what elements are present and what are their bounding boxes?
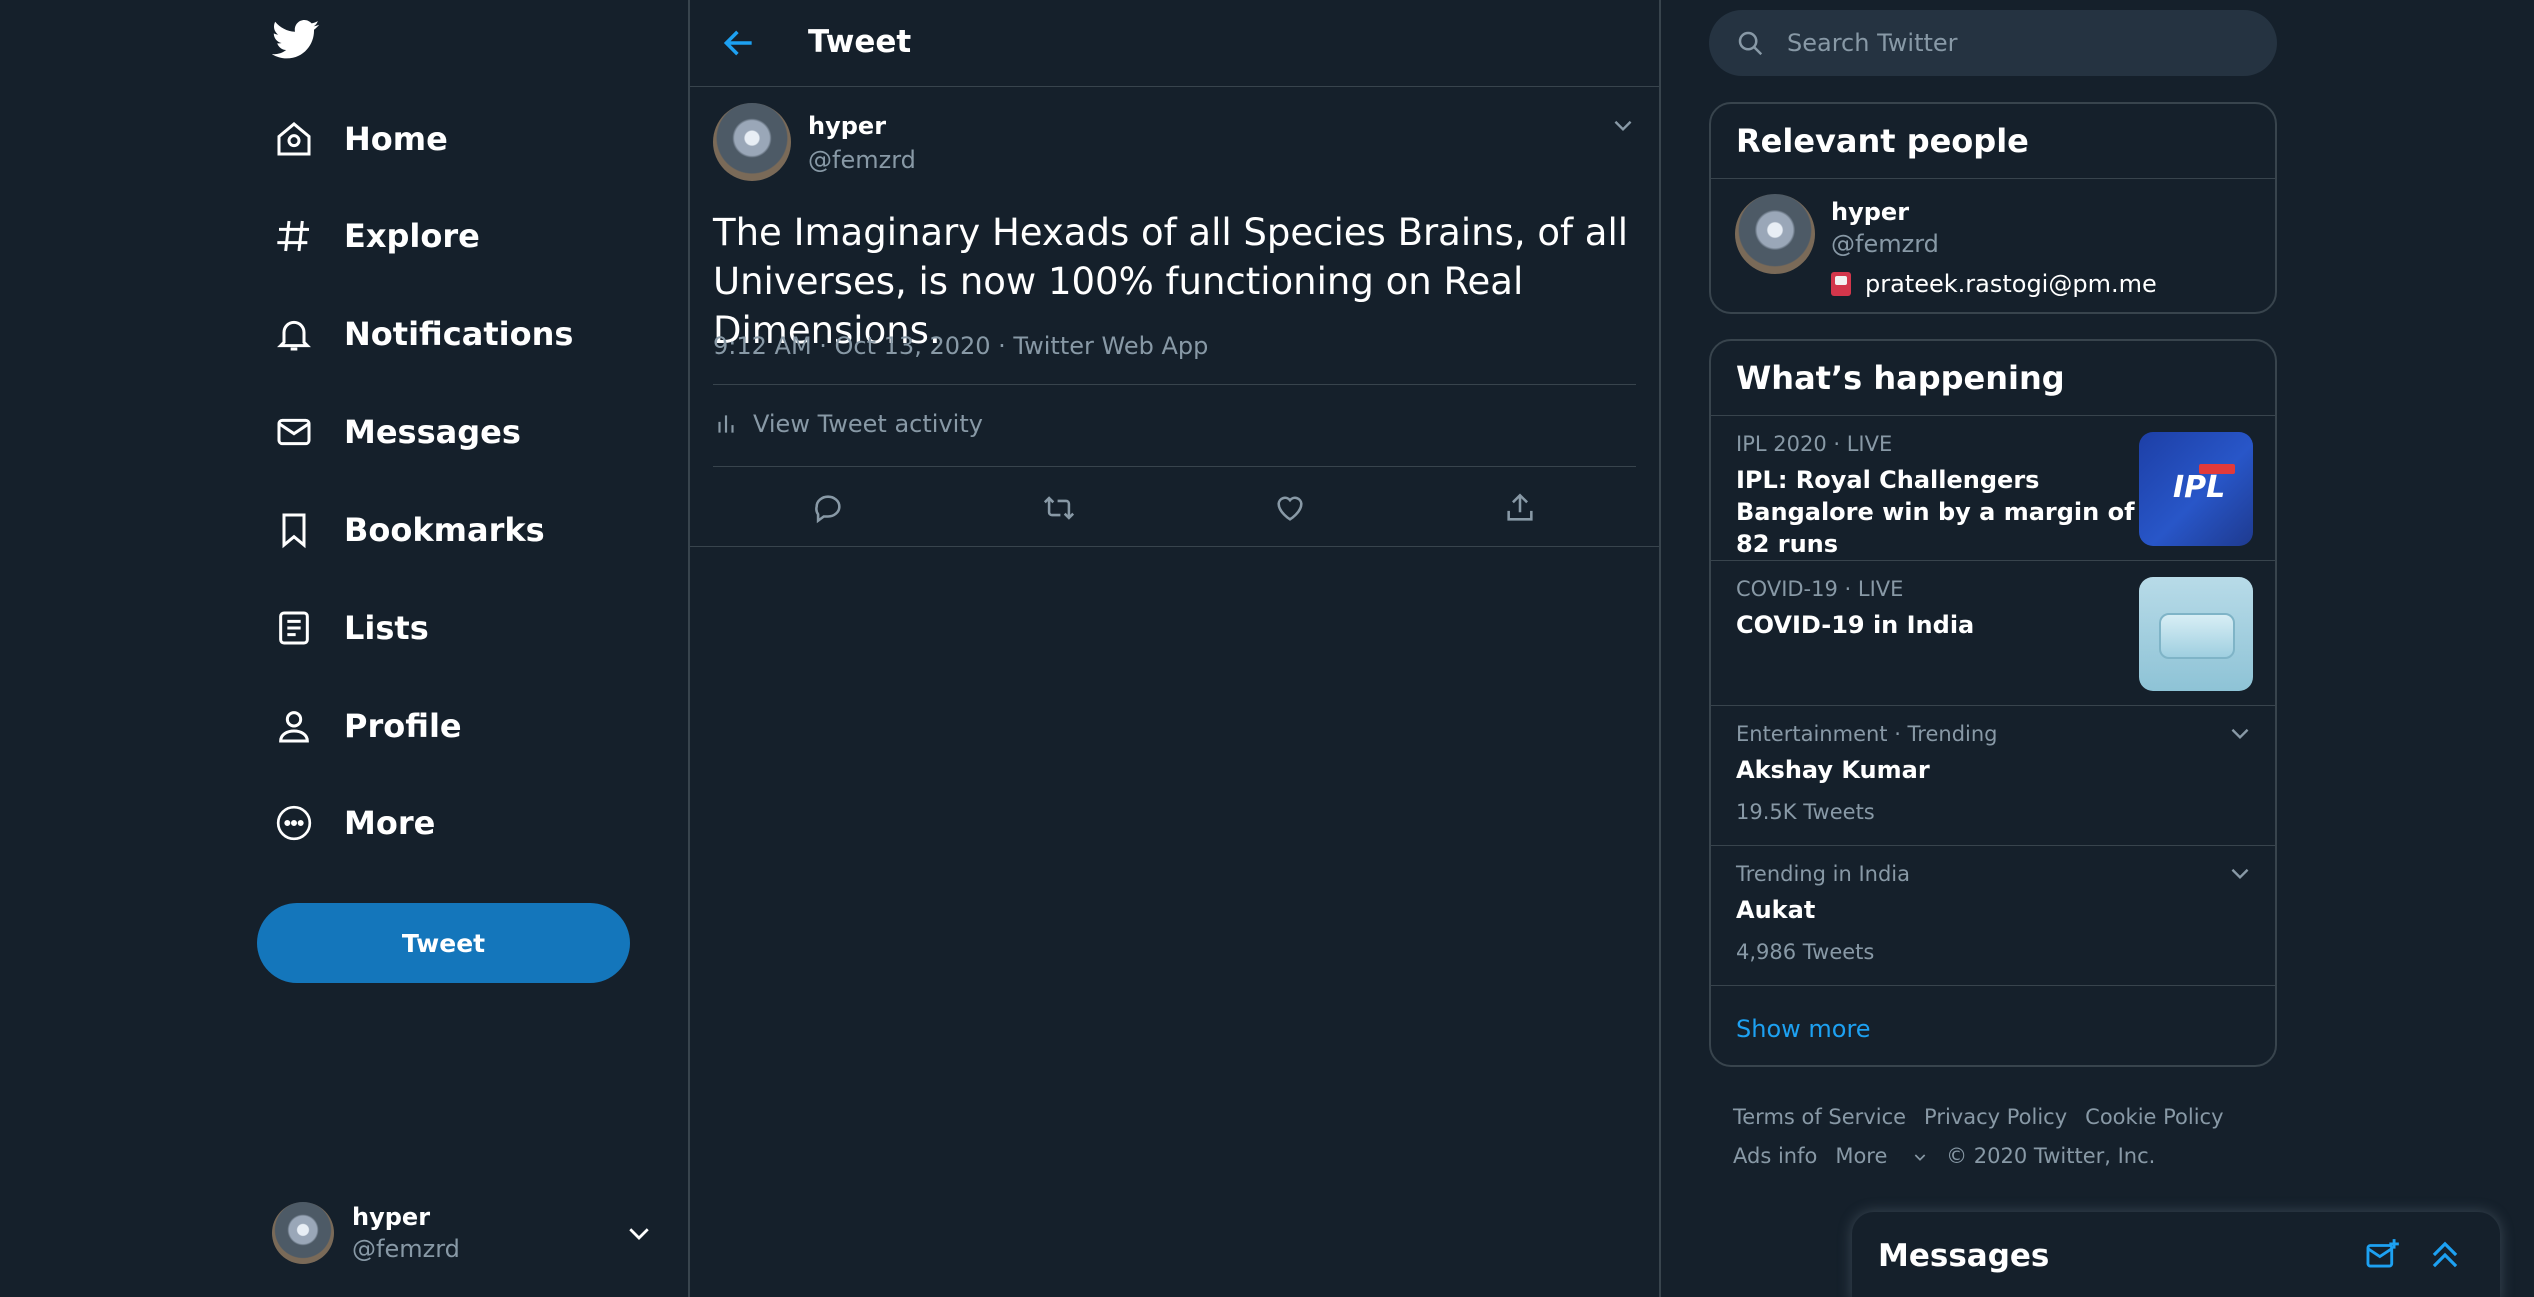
trend-item[interactable]: Trending in India Aukat 4,986 Tweets [1711,846,2275,986]
account-handle: @femzrd [352,1235,460,1263]
nav-bookmarks-label: Bookmarks [344,511,545,549]
chevron-down-icon [1914,1154,1926,1161]
chevron-down-icon[interactable] [2227,860,2253,886]
tweet-author-handle[interactable]: @femzrd [808,146,916,174]
chevron-down-icon[interactable] [624,1218,654,1248]
messages-drawer[interactable]: Messages [1852,1212,2500,1297]
like-heart-icon[interactable] [1270,488,1310,528]
trend-meta: COVID-19 · LIVE [1736,577,1904,601]
nav-profile-label: Profile [344,707,462,745]
divider [1711,178,2275,179]
divider [713,466,1636,467]
privacy-link[interactable]: Privacy Policy [1924,1105,2067,1129]
ipl-logo-text: IPL [2173,470,2226,505]
divider [690,546,1659,547]
nav-more-label: More [344,804,436,842]
search-input[interactable] [1787,29,2227,57]
tweet-timestamp[interactable]: 9:12 AM · Oct 13, 2020 · Twitter Web App [713,332,1208,360]
new-message-icon[interactable] [2364,1236,2402,1274]
page-title: Tweet [808,24,912,60]
relevant-people-panel: Relevant people hyper @femzrd prateek.ra… [1709,102,2277,314]
trend-meta: Entertainment · Trending [1736,722,1998,746]
share-icon[interactable] [1500,488,1540,528]
relevant-people-title: Relevant people [1736,122,2029,160]
view-tweet-activity-link[interactable]: View Tweet activity [713,410,983,438]
nav-explore-label: Explore [344,217,480,255]
copyright-text: © 2020 Twitter, Inc. [1946,1144,2156,1168]
list-icon [270,604,318,652]
cookie-link[interactable]: Cookie Policy [2085,1105,2223,1129]
trend-thumbnail [2139,577,2253,691]
column-divider [688,0,690,1297]
footer-more-label: More [1835,1144,1888,1168]
avatar[interactable] [1735,194,1815,274]
person-name[interactable]: hyper [1831,198,1909,226]
show-more-link[interactable]: Show more [1736,1015,1871,1043]
envelope-icon [270,408,318,456]
trend-item[interactable]: IPL 2020 · LIVE IPL: Royal Challengers B… [1711,416,2275,561]
divider [1711,985,2275,986]
ads-info-link[interactable]: Ads info [1733,1144,1817,1168]
avatar [272,1202,334,1264]
nav-profile[interactable]: Profile [270,691,462,761]
trend-count: 4,986 Tweets [1736,940,1875,964]
person-bio: prateek.rastogi@pm.me [1831,270,2157,298]
home-icon [270,115,318,163]
nav-more[interactable]: More [270,788,435,858]
person-handle[interactable]: @femzrd [1831,230,1939,258]
nav-messages[interactable]: Messages [270,397,521,467]
chevron-down-icon[interactable] [1610,112,1636,138]
back-arrow-icon[interactable] [720,24,758,62]
trend-title: IPL: Royal Challengers Bangalore win by … [1736,466,2135,558]
hashtag-icon [270,212,318,260]
whats-happening-panel: What’s happening IPL 2020 · LIVE IPL: Ro… [1709,339,2277,1067]
nav-home-label: Home [344,120,448,158]
person-icon [270,702,318,750]
trend-meta: IPL 2020 · LIVE [1736,432,1893,456]
nav-lists-label: Lists [344,609,429,647]
messages-drawer-title: Messages [1878,1238,2050,1274]
tweet-author-name[interactable]: hyper [808,112,886,140]
nav-messages-label: Messages [344,413,521,451]
column-divider [1659,0,1661,1297]
view-tweet-activity-label: View Tweet activity [753,410,983,438]
chevron-down-icon[interactable] [2227,720,2253,746]
tweet-button[interactable]: Tweet [257,903,630,983]
search-icon [1738,31,1763,56]
trend-title: Akshay Kumar [1736,756,1930,784]
terms-link[interactable]: Terms of Service [1733,1105,1906,1129]
trend-meta: Trending in India [1736,862,1910,886]
tweet-author-avatar[interactable] [713,103,791,181]
double-chevron-up-icon[interactable] [2426,1236,2464,1274]
analytics-icon [718,415,734,433]
trend-title: COVID-19 in India [1736,611,1975,639]
account-name: hyper [352,1203,431,1231]
bell-icon [270,310,318,358]
nav-lists[interactable]: Lists [270,593,429,663]
nav-explore[interactable]: Explore [270,201,480,271]
nav-bookmarks[interactable]: Bookmarks [270,495,545,565]
trend-count: 19.5K Tweets [1736,800,1875,824]
trend-thumbnail: IPL [2139,432,2253,546]
person-email: prateek.rastogi@pm.me [1865,270,2157,298]
divider [690,86,1659,87]
more-circle-icon [270,799,318,847]
retweet-icon[interactable] [1039,488,1079,528]
account-switcher[interactable]: hyper @femzrd [272,1195,662,1271]
bookmark-icon [270,506,318,554]
reply-icon[interactable] [808,488,848,528]
trend-item[interactable]: Entertainment · Trending Akshay Kumar 19… [1711,706,2275,846]
divider [713,384,1636,385]
nav-home[interactable]: Home [270,104,448,174]
twitter-logo-icon[interactable] [272,20,326,66]
mailbox-icon [1831,272,1851,296]
whats-happening-title: What’s happening [1736,359,2065,397]
trend-title: Aukat [1736,896,1816,924]
search-box[interactable] [1709,10,2277,76]
trend-item[interactable]: COVID-19 · LIVE COVID-19 in India [1711,561,2275,706]
nav-notifications-label: Notifications [344,315,574,353]
footer-more-link[interactable]: More [1835,1144,1928,1168]
footer-links: Terms of Service Privacy Policy Cookie Pol… [1733,1098,2253,1176]
nav-notifications[interactable]: Notifications [270,299,573,369]
